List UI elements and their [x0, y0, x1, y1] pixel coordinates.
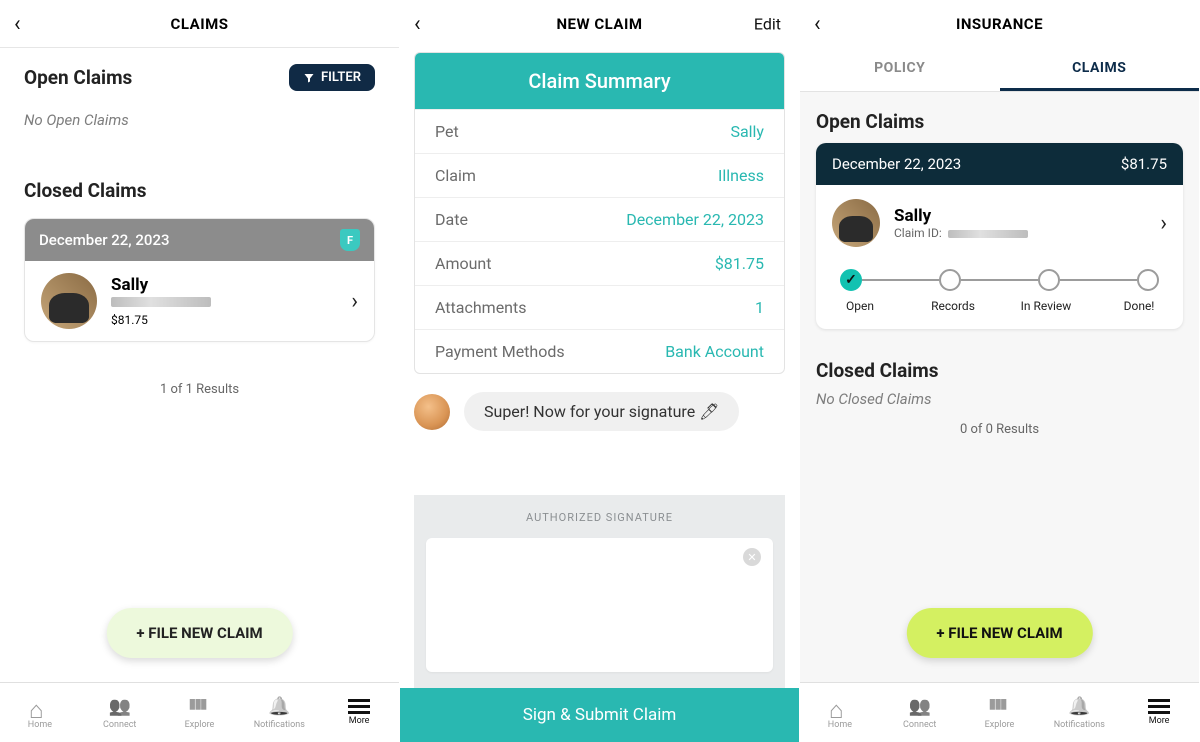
- shield-icon: [340, 229, 360, 251]
- summary-row-date: Date December 22, 2023: [415, 197, 784, 241]
- claim-amount: $81.75: [1121, 155, 1167, 173]
- tab-connect[interactable]: Connect: [880, 683, 960, 742]
- open-claims-heading: Open Claims: [816, 110, 1183, 133]
- header: ‹ INSURANCE: [800, 0, 1199, 48]
- tab-notifications[interactable]: Notifications: [239, 683, 319, 742]
- summary-row-claim: Claim Illness: [415, 153, 784, 197]
- tab-explore[interactable]: Explore: [160, 683, 240, 742]
- filter-icon: [303, 72, 315, 84]
- progress-node-records: [939, 269, 961, 291]
- signature-input[interactable]: ✕: [426, 538, 773, 672]
- open-claim-card[interactable]: December 22, 2023 $81.75 Sally Claim ID:…: [816, 143, 1183, 329]
- summary-row-amount: Amount $81.75: [415, 241, 784, 285]
- progress-label-open: Open: [830, 299, 890, 313]
- screen-claims: ‹ CLAIMS Open Claims FILTER No Open Clai…: [0, 0, 400, 742]
- pet-name: Sally: [111, 275, 337, 295]
- closed-claim-card[interactable]: December 22, 2023 Sally $81.75 ›: [24, 218, 375, 342]
- tab-bar: Home Connect Explore Notifications More: [800, 682, 1199, 742]
- claim-id-label: Claim ID:: [894, 226, 942, 240]
- claim-progress: ✓: [816, 261, 1183, 295]
- file-new-claim-button[interactable]: + FILE NEW CLAIM: [906, 608, 1092, 658]
- clear-signature-icon[interactable]: ✕: [743, 548, 761, 566]
- tab-connect[interactable]: Connect: [80, 683, 160, 742]
- pet-avatar: [832, 199, 880, 247]
- edit-button[interactable]: Edit: [754, 15, 781, 34]
- open-claims-heading: Open Claims: [24, 66, 132, 89]
- progress-node-done: [1137, 269, 1159, 291]
- screen-insurance: ‹ INSURANCE POLICY CLAIMS Open Claims De…: [800, 0, 1200, 742]
- back-icon[interactable]: ‹: [814, 12, 821, 37]
- back-icon[interactable]: ‹: [14, 11, 21, 36]
- notifications-icon: [1068, 696, 1090, 718]
- assistant-avatar: [414, 394, 450, 430]
- redacted-line: [111, 297, 211, 307]
- more-icon: [1148, 699, 1170, 714]
- progress-label-done: Done!: [1109, 299, 1169, 313]
- summary-row-attachments: Attachments 1: [415, 285, 784, 329]
- sign-submit-button[interactable]: Sign & Submit Claim: [400, 688, 799, 742]
- summary-row-pet: Pet Sally: [415, 109, 784, 153]
- home-icon: [829, 696, 851, 718]
- tab-policy[interactable]: POLICY: [800, 48, 1000, 91]
- more-icon: [348, 699, 370, 714]
- explore-icon: [988, 696, 1010, 718]
- claim-date: December 22, 2023: [832, 155, 961, 173]
- results-count: 0 of 0 Results: [816, 422, 1183, 437]
- tab-notifications[interactable]: Notifications: [1039, 683, 1119, 742]
- file-new-claim-button[interactable]: + FILE NEW CLAIM: [106, 608, 292, 658]
- notifications-icon: [268, 696, 290, 718]
- summary-row-payment: Payment Methods Bank Account: [415, 329, 784, 373]
- policy-claims-tabs: POLICY CLAIMS: [800, 48, 1199, 92]
- pet-name: Sally: [894, 206, 1146, 226]
- page-title: INSURANCE: [956, 15, 1043, 33]
- claim-amount: $81.75: [111, 313, 337, 327]
- tab-bar: Home Connect Explore Notifications More: [0, 682, 399, 742]
- pet-avatar: [41, 273, 97, 329]
- results-count: 1 of 1 Results: [24, 382, 375, 397]
- page-title: NEW CLAIM: [556, 15, 642, 33]
- signature-title: AUTHORIZED SIGNATURE: [426, 511, 773, 524]
- progress-label-in-review: In Review: [1016, 299, 1076, 313]
- screen-new-claim: ‹ NEW CLAIM Edit Claim Summary Pet Sally…: [400, 0, 800, 742]
- chevron-right-icon: ›: [1160, 211, 1167, 236]
- header: ‹ CLAIMS: [0, 0, 399, 48]
- home-icon: [29, 696, 51, 718]
- tab-home[interactable]: Home: [800, 683, 880, 742]
- progress-node-in-review: [1038, 269, 1060, 291]
- closed-claims-heading: Closed Claims: [24, 179, 375, 202]
- assistant-bubble: Super! Now for your signature 🖊: [464, 392, 739, 431]
- redacted-claim-id: [948, 230, 1028, 238]
- chevron-right-icon: ›: [351, 289, 358, 314]
- header: ‹ NEW CLAIM Edit: [400, 0, 799, 48]
- closed-claims-heading: Closed Claims: [816, 359, 1183, 382]
- page-title: CLAIMS: [171, 15, 229, 33]
- claim-summary-card: Claim Summary Pet Sally Claim Illness Da…: [414, 52, 785, 374]
- tab-home[interactable]: Home: [0, 683, 80, 742]
- summary-heading: Claim Summary: [415, 53, 784, 109]
- progress-node-open: ✓: [840, 269, 862, 291]
- no-closed-claims: No Closed Claims: [816, 390, 1183, 408]
- connect-icon: [909, 696, 931, 718]
- progress-label-records: Records: [923, 299, 983, 313]
- back-icon[interactable]: ‹: [414, 12, 421, 37]
- tab-explore[interactable]: Explore: [960, 683, 1040, 742]
- explore-icon: [188, 696, 210, 718]
- claim-date: December 22, 2023: [39, 231, 170, 249]
- connect-icon: [109, 696, 131, 718]
- tab-more[interactable]: More: [319, 683, 399, 742]
- assistant-message-row: Super! Now for your signature 🖊: [414, 392, 785, 431]
- filter-button[interactable]: FILTER: [289, 64, 375, 91]
- tab-claims[interactable]: CLAIMS: [1000, 48, 1200, 91]
- no-open-claims: No Open Claims: [24, 111, 375, 129]
- tab-more[interactable]: More: [1119, 683, 1199, 742]
